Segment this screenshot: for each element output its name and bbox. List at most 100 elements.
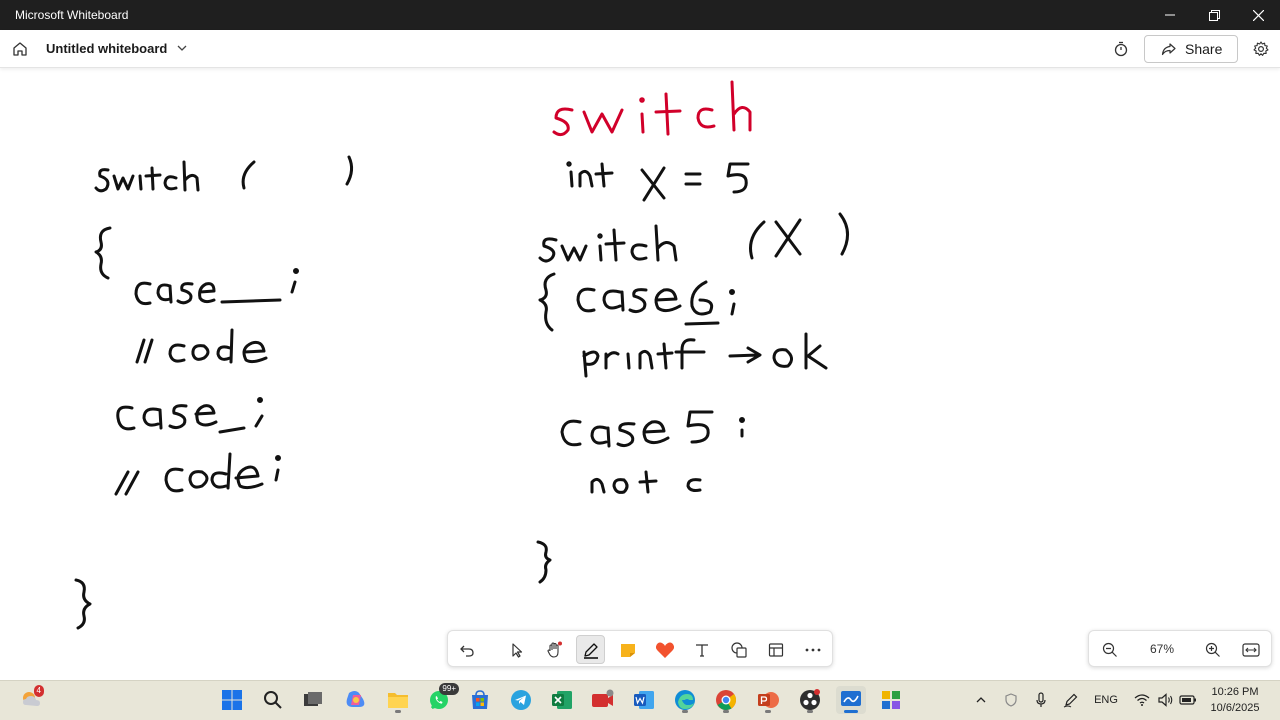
share-icon <box>1161 43 1176 56</box>
restore-icon <box>1208 9 1220 21</box>
right-ink-case-6 <box>538 272 736 332</box>
wifi-icon <box>1134 694 1150 706</box>
pan-tool-button[interactable] <box>539 635 568 664</box>
title-bar: Microsoft Whiteboard <box>0 0 1280 30</box>
pen-icon <box>583 642 598 659</box>
running-indicator <box>395 710 401 713</box>
templates-button[interactable] <box>761 635 790 664</box>
tray-pen[interactable] <box>1062 689 1080 711</box>
taskbar-app-grid[interactable] <box>877 686 905 714</box>
powerpoint-icon <box>758 692 779 708</box>
taskbar-chrome[interactable] <box>712 686 740 714</box>
timer-icon <box>1114 41 1128 57</box>
taskbar-search[interactable] <box>259 686 287 714</box>
taskbar-telegram[interactable] <box>507 686 535 714</box>
task-view-icon <box>304 692 322 706</box>
pen-menu-icon <box>1063 693 1078 708</box>
zoom-out-button[interactable] <box>1097 637 1123 663</box>
undo-button[interactable] <box>452 635 481 664</box>
taskbar: 4 99+ ENG 10:26 PM 10/6/2025 <box>0 680 1280 720</box>
select-tool-button[interactable] <box>502 635 531 664</box>
weather-badge: 4 <box>33 685 44 697</box>
taskbar-obs[interactable] <box>796 686 824 714</box>
minimize-button[interactable] <box>1148 0 1192 30</box>
telegram-icon <box>511 690 531 710</box>
taskbar-word[interactable] <box>630 686 658 714</box>
close-button[interactable] <box>1236 0 1280 30</box>
taskbar-file-explorer[interactable] <box>384 686 412 714</box>
zoom-in-button[interactable] <box>1200 637 1226 663</box>
folder-icon <box>388 693 408 708</box>
search-icon <box>264 691 282 709</box>
right-ink-switch-title <box>552 80 752 137</box>
running-indicator <box>723 710 729 713</box>
home-button[interactable] <box>8 37 32 61</box>
show-hidden-icons-button[interactable] <box>972 689 990 711</box>
reactions-icon <box>655 642 674 658</box>
taskbar-powerpoint[interactable] <box>754 686 782 714</box>
left-ink-code-1 <box>135 328 268 364</box>
right-ink-not-c <box>590 470 702 494</box>
windows-start-icon <box>222 690 242 710</box>
taskbar-video-app[interactable] <box>589 686 617 714</box>
whatsapp-badge: 99+ <box>439 683 459 695</box>
templates-icon <box>768 642 783 657</box>
tray-wifi[interactable] <box>1132 689 1152 711</box>
taskbar-store[interactable] <box>466 686 494 714</box>
tray-battery[interactable] <box>1178 689 1198 711</box>
left-ink-case-1 <box>134 268 299 306</box>
shapes-icon <box>730 641 747 658</box>
text-tool-button[interactable] <box>687 635 716 664</box>
taskbar-start[interactable] <box>218 686 246 714</box>
fit-to-screen-button[interactable] <box>1238 637 1264 663</box>
app-header: Untitled whiteboard Share <box>0 30 1280 68</box>
reactions-button[interactable] <box>650 635 679 664</box>
shapes-button[interactable] <box>724 635 753 664</box>
active-indicator <box>844 710 858 713</box>
taskbar-edge[interactable] <box>671 686 699 714</box>
word-icon <box>634 691 654 709</box>
tray-language[interactable]: ENG <box>1092 689 1120 711</box>
taskbar-excel[interactable] <box>548 686 576 714</box>
weather-widget[interactable]: 4 <box>18 685 46 713</box>
taskbar-clock[interactable]: 10:26 PM 10/6/2025 <box>1206 684 1264 716</box>
ink-layer <box>74 80 849 630</box>
edge-icon <box>675 690 695 710</box>
taskbar-whatsapp[interactable]: 99+ <box>425 683 459 714</box>
restore-button[interactable] <box>1192 0 1236 30</box>
sticky-note-button[interactable] <box>613 635 642 664</box>
zoom-in-icon <box>1205 642 1220 657</box>
settings-button[interactable] <box>1250 38 1272 60</box>
sticky-note-icon <box>620 643 635 657</box>
taskbar-task-view[interactable] <box>299 686 327 714</box>
right-ink-printf-ok <box>582 332 828 378</box>
zoom-level[interactable]: 67% <box>1139 642 1185 656</box>
taskbar-copilot[interactable] <box>342 686 370 714</box>
minimize-icon <box>1165 14 1175 16</box>
left-ink-case-2 <box>116 397 264 434</box>
timer-button[interactable] <box>1110 38 1132 60</box>
more-tools-button[interactable] <box>798 635 827 664</box>
whiteboard-canvas[interactable] <box>0 68 1280 680</box>
left-ink-brace-open <box>94 226 112 280</box>
pan-icon <box>546 641 562 658</box>
left-ink-code-2 <box>114 452 281 496</box>
left-ink-switch <box>94 155 354 193</box>
close-icon <box>1252 9 1264 21</box>
zoom-control: 67% <box>1088 630 1272 667</box>
window-title: Microsoft Whiteboard <box>15 8 129 22</box>
chevron-down-icon[interactable] <box>176 43 188 53</box>
gear-icon <box>1253 41 1269 56</box>
tray-microphone[interactable] <box>1032 689 1050 711</box>
bottom-toolbar <box>447 630 833 667</box>
running-indicator <box>682 710 688 713</box>
share-button[interactable]: Share <box>1144 35 1238 63</box>
tray-volume[interactable] <box>1156 689 1176 711</box>
running-indicator <box>765 710 771 713</box>
board-title[interactable]: Untitled whiteboard <box>46 41 167 56</box>
clock-date: 10/6/2025 <box>1210 702 1260 714</box>
left-ink-brace-close <box>74 578 92 630</box>
pen-tool-button[interactable] <box>576 635 605 664</box>
taskbar-whiteboard[interactable] <box>836 686 866 714</box>
tray-vpn[interactable] <box>1002 689 1020 711</box>
